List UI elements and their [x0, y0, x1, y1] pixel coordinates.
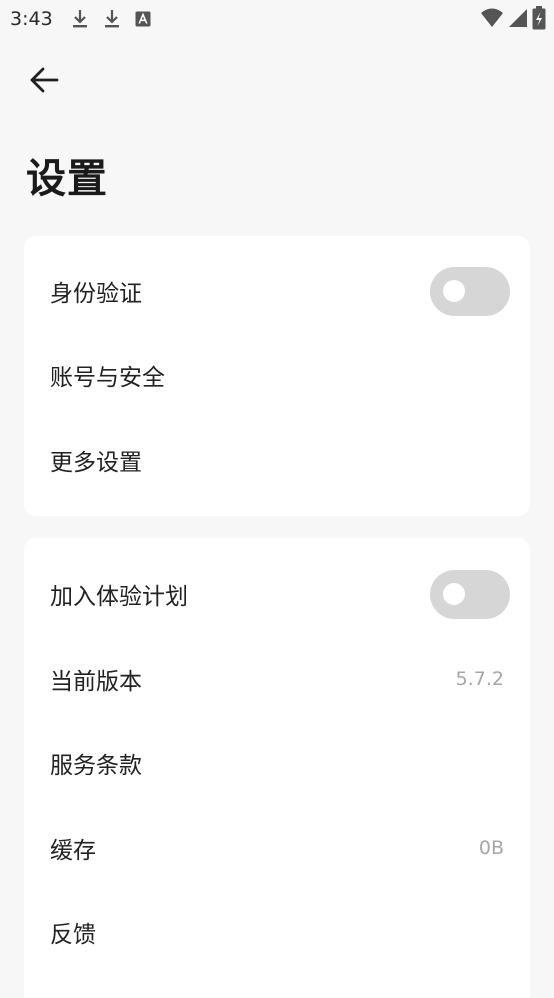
row-label: 当前版本	[50, 669, 142, 695]
row-account-security[interactable]: 账号与安全	[24, 333, 530, 417]
row-cache[interactable]: 缓存 0B	[24, 806, 530, 890]
row-label: 更多设置	[50, 450, 142, 476]
row-feedback[interactable]: 反馈	[24, 890, 530, 974]
signal-icon	[509, 9, 527, 27]
status-right-icons	[480, 6, 546, 30]
row-experience-program[interactable]: 加入体验计划	[24, 552, 530, 636]
row-label: 缓存	[50, 838, 96, 864]
version-value: 5.7.2	[455, 668, 504, 690]
cache-value: 0B	[478, 837, 504, 859]
wifi-icon	[481, 8, 503, 27]
arrow-left-icon	[30, 67, 59, 93]
row-label: 加入体验计划	[50, 584, 188, 610]
row-more-settings[interactable]: 更多设置	[24, 418, 530, 502]
settings-card-about: 加入体验计划 当前版本 5.7.2 服务条款 缓存 0B 反馈	[24, 538, 530, 998]
row-label: 身份验证	[50, 281, 142, 307]
settings-card-account: 身份验证 账号与安全 更多设置	[24, 236, 530, 516]
page-title: 设置	[26, 156, 108, 202]
row-terms-of-service[interactable]: 服务条款	[24, 721, 530, 805]
row-current-version[interactable]: 当前版本 5.7.2	[24, 637, 530, 721]
font-notification-icon	[135, 11, 151, 27]
row-label: 反馈	[50, 922, 96, 948]
toggle-knob	[443, 280, 465, 302]
download-icon	[72, 10, 87, 28]
row-label: 服务条款	[50, 753, 142, 779]
status-left-icons	[71, 9, 151, 29]
status-time: 3:43	[10, 8, 53, 30]
experience-program-toggle[interactable]	[430, 569, 510, 619]
download-icon	[104, 10, 119, 28]
toggle-knob	[443, 583, 465, 605]
identity-verification-toggle[interactable]	[430, 266, 510, 316]
status-bar: 3:43	[0, 0, 554, 38]
row-label: 账号与安全	[50, 365, 165, 391]
back-button[interactable]	[22, 58, 66, 102]
battery-charging-icon	[532, 6, 546, 30]
row-identity-verification[interactable]: 身份验证	[24, 249, 530, 333]
